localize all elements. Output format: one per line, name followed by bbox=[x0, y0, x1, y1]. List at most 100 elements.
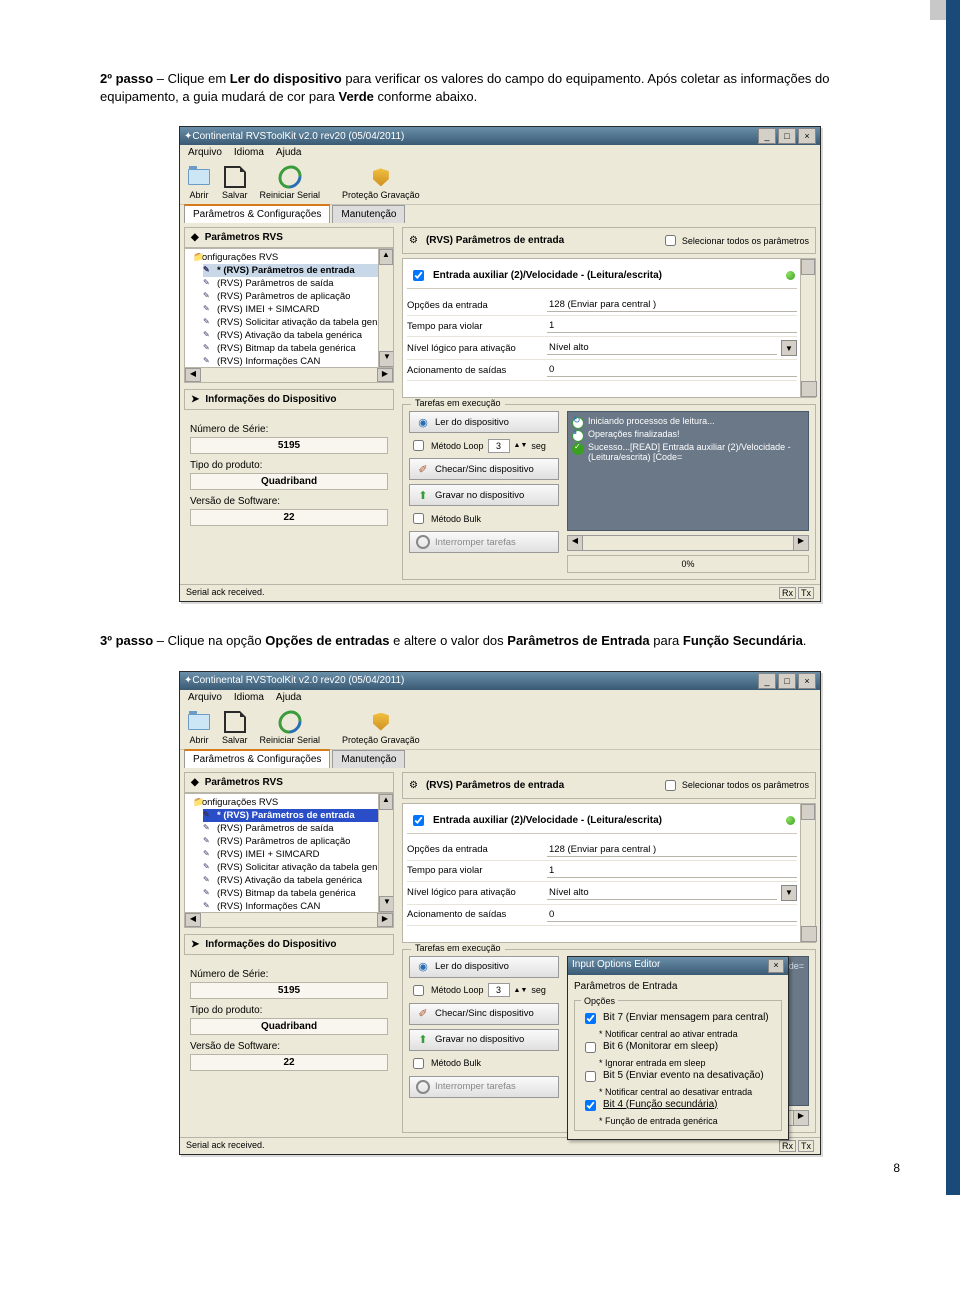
tool-reiniciar[interactable]: Reiniciar Serial bbox=[260, 166, 321, 200]
tree-item[interactable]: (RVS) Parâmetros de saída bbox=[203, 822, 391, 835]
tab-manutencao[interactable]: Manutenção bbox=[332, 205, 405, 223]
stop-button[interactable]: Interromper tarefas bbox=[409, 1076, 559, 1098]
write-device-button[interactable]: ⬆Gravar no dispositivo bbox=[409, 1029, 559, 1051]
nivel-input[interactable] bbox=[547, 886, 777, 900]
tree-item[interactable]: (RVS) Ativação da tabela genérica bbox=[203, 329, 391, 342]
bit6-checkbox[interactable] bbox=[585, 1042, 596, 1053]
menu-idioma[interactable]: Idioma bbox=[234, 692, 264, 703]
tree-root[interactable]: Configurações RVS bbox=[193, 251, 391, 264]
field-nivel[interactable]: Nível lógico para ativação▼ bbox=[407, 882, 797, 905]
field-acionamento[interactable]: Acionamento de saídas bbox=[407, 905, 797, 926]
tree-vscroll[interactable]: ▲▼ bbox=[378, 794, 393, 912]
status-dot-icon bbox=[786, 271, 795, 280]
param-vscroll[interactable] bbox=[800, 259, 815, 397]
opcoes-input[interactable] bbox=[547, 298, 797, 312]
upload-icon: ⬆ bbox=[416, 488, 430, 502]
tree-item[interactable]: (RVS) Ativação da tabela genérica bbox=[203, 874, 391, 887]
write-device-button[interactable]: ⬆Gravar no dispositivo bbox=[409, 484, 559, 506]
dropdown-icon[interactable]: ▼ bbox=[781, 885, 797, 901]
loop-value[interactable] bbox=[488, 983, 510, 997]
menu-idioma[interactable]: Idioma bbox=[234, 147, 264, 158]
popup-close-button[interactable]: × bbox=[768, 959, 784, 973]
loop-value[interactable] bbox=[488, 439, 510, 453]
tree-hscroll[interactable]: ◀▶ bbox=[184, 913, 394, 928]
maximize-button[interactable]: □ bbox=[778, 673, 796, 689]
tree-item[interactable]: (RVS) Bitmap da tabela genérica bbox=[203, 342, 391, 355]
opcoes-input[interactable] bbox=[547, 843, 797, 857]
minimize-button[interactable]: _ bbox=[758, 673, 776, 689]
menu-arquivo[interactable]: Arquivo bbox=[188, 147, 222, 158]
tempo-input[interactable] bbox=[547, 319, 797, 333]
read-device-button[interactable]: ◉Ler do dispositivo bbox=[409, 411, 559, 433]
tool-protecao[interactable]: Proteção Gravação bbox=[342, 711, 420, 745]
log-hscroll[interactable]: ◀▶ bbox=[567, 535, 809, 551]
tool-salvar[interactable]: Salvar bbox=[222, 711, 248, 745]
tipo-value: Quadriband bbox=[190, 473, 388, 490]
tree-item[interactable]: * (RVS) Parâmetros de entrada bbox=[203, 264, 391, 277]
tree-item[interactable]: (RVS) Solicitar ativação da tabela gen bbox=[203, 861, 391, 874]
bulk-checkbox[interactable] bbox=[413, 513, 424, 524]
menu-arquivo[interactable]: Arquivo bbox=[188, 692, 222, 703]
close-button[interactable]: × bbox=[798, 673, 816, 689]
tool-protecao[interactable]: Proteção Gravação bbox=[342, 166, 420, 200]
acion-input[interactable] bbox=[547, 363, 797, 377]
loop-checkbox[interactable] bbox=[413, 985, 424, 996]
tab-parametros[interactable]: Parâmetros & Configurações bbox=[184, 749, 330, 768]
field-tempo[interactable]: Tempo para violar bbox=[407, 316, 797, 337]
loop-checkbox[interactable] bbox=[413, 440, 424, 451]
tool-reiniciar[interactable]: Reiniciar Serial bbox=[260, 711, 321, 745]
maximize-button[interactable]: □ bbox=[778, 128, 796, 144]
select-all-checkbox[interactable]: Selecionar todos os parâmetros bbox=[661, 777, 809, 794]
check-sync-button[interactable]: ✐Checar/Sinc dispositivo bbox=[409, 458, 559, 480]
tab-manutencao[interactable]: Manutenção bbox=[332, 750, 405, 768]
menu-ajuda[interactable]: Ajuda bbox=[276, 692, 302, 703]
group-checkbox[interactable] bbox=[413, 815, 424, 826]
log-done-icon bbox=[572, 430, 584, 442]
tool-abrir[interactable]: Abrir bbox=[188, 166, 210, 200]
tree-item[interactable]: (RVS) Bitmap da tabela genérica bbox=[203, 887, 391, 900]
field-tempo[interactable]: Tempo para violar bbox=[407, 861, 797, 882]
param-vscroll[interactable] bbox=[800, 804, 815, 942]
tool-abrir[interactable]: Abrir bbox=[188, 711, 210, 745]
acion-input[interactable] bbox=[547, 908, 797, 922]
tree-item[interactable]: (RVS) IMEI + SIMCARD bbox=[203, 303, 391, 316]
read-device-button[interactable]: ◉Ler do dispositivo bbox=[409, 956, 559, 978]
save-icon bbox=[224, 711, 246, 733]
tempo-input[interactable] bbox=[547, 864, 797, 878]
close-button[interactable]: × bbox=[798, 128, 816, 144]
tree-item[interactable]: (RVS) Parâmetros de aplicação bbox=[203, 835, 391, 848]
menu-ajuda[interactable]: Ajuda bbox=[276, 147, 302, 158]
tx-indicator: Tx bbox=[798, 587, 814, 599]
tab-parametros[interactable]: Parâmetros & Configurações bbox=[184, 204, 330, 223]
tree-item[interactable]: (RVS) IMEI + SIMCARD bbox=[203, 848, 391, 861]
param-group-head: Entrada auxiliar (2)/Velocidade - (Leitu… bbox=[407, 263, 797, 289]
field-nivel[interactable]: Nível lógico para ativação▼ bbox=[407, 337, 797, 360]
tree-item[interactable]: * (RVS) Parâmetros de entrada bbox=[203, 809, 391, 822]
popup-title: Input Options Editor bbox=[572, 959, 768, 973]
dropdown-icon[interactable]: ▼ bbox=[781, 340, 797, 356]
bit5-checkbox[interactable] bbox=[585, 1071, 596, 1082]
field-acionamento[interactable]: Acionamento de saídas bbox=[407, 360, 797, 381]
minimize-button[interactable]: _ bbox=[758, 128, 776, 144]
tree-item[interactable]: (RVS) Informações CAN bbox=[203, 900, 391, 913]
field-opcoes[interactable]: Opções da entrada bbox=[407, 295, 797, 316]
tree-hscroll[interactable]: ◀▶ bbox=[184, 368, 394, 383]
group-checkbox[interactable] bbox=[413, 270, 424, 281]
check-sync-button[interactable]: ✐Checar/Sinc dispositivo bbox=[409, 1003, 559, 1025]
bit4-checkbox[interactable] bbox=[585, 1100, 596, 1111]
tree-vscroll[interactable]: ▲▼ bbox=[378, 249, 393, 367]
tree-item[interactable]: (RVS) Informações CAN bbox=[203, 355, 391, 368]
tree-item[interactable]: (RVS) Parâmetros de aplicação bbox=[203, 290, 391, 303]
param-body: Entrada auxiliar (2)/Velocidade - (Leitu… bbox=[402, 258, 816, 398]
tool-salvar[interactable]: Salvar bbox=[222, 166, 248, 200]
bulk-checkbox[interactable] bbox=[413, 1058, 424, 1069]
device-info: Número de Série: 5195 Tipo do produto: Q… bbox=[184, 955, 394, 1079]
select-all-checkbox[interactable]: Selecionar todos os parâmetros bbox=[661, 232, 809, 249]
tree-root[interactable]: Configurações RVS bbox=[193, 796, 391, 809]
stop-button[interactable]: Interromper tarefas bbox=[409, 531, 559, 553]
tree-item[interactable]: (RVS) Solicitar ativação da tabela gen bbox=[203, 316, 391, 329]
bit7-checkbox[interactable] bbox=[585, 1013, 596, 1024]
field-opcoes[interactable]: Opções da entrada bbox=[407, 840, 797, 861]
tree-item[interactable]: (RVS) Parâmetros de saída bbox=[203, 277, 391, 290]
nivel-input[interactable] bbox=[547, 341, 777, 355]
